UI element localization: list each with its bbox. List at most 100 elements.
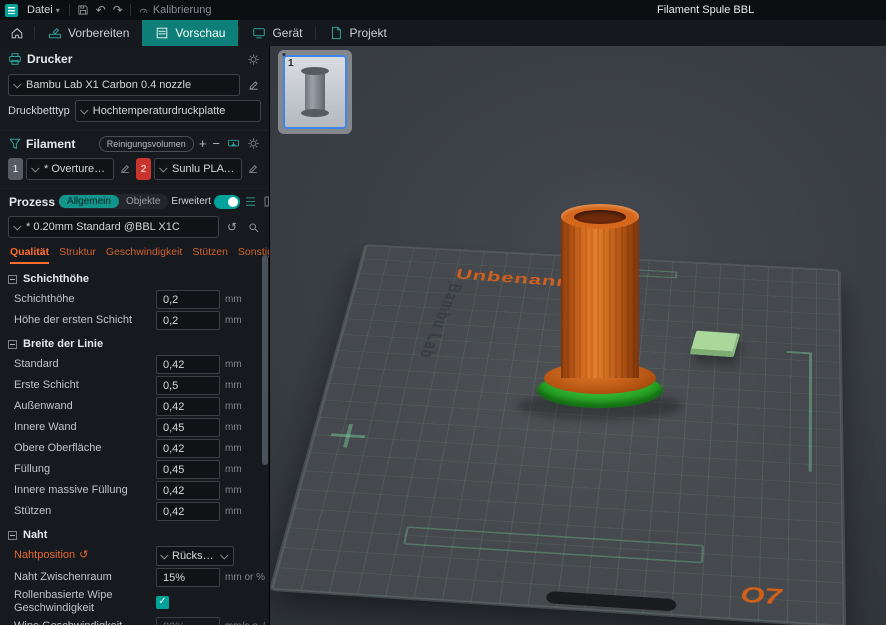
- filament-icon: [9, 138, 21, 149]
- divider: [68, 4, 70, 16]
- setting-row: Standard 0,42 mm: [0, 354, 269, 375]
- tab-projekt-label: Projekt: [349, 26, 387, 40]
- preset-row: * 0.20mm Standard @BBL X1C ↺: [0, 214, 269, 240]
- setting-input[interactable]: 0,42: [156, 397, 220, 416]
- setting-label: Innere massive Füllung: [14, 483, 128, 496]
- setting-unit: mm/s o. %: [225, 621, 265, 625]
- setting-input[interactable]: 0,42: [156, 502, 220, 521]
- setting-label: Höhe der ersten Schicht: [14, 313, 133, 326]
- viewport-3d[interactable]: Unbenannt Bambu Lab O7 1: [270, 46, 886, 625]
- filament-slots-row: 1 * Overture PETG B... 2 Sunlu PLA Matal…: [0, 156, 269, 182]
- process-scope-segment: Allgemein Objekte: [58, 194, 169, 209]
- setting-input[interactable]: 0,42: [156, 355, 220, 374]
- plate-number: 1: [288, 58, 294, 69]
- model-spool[interactable]: [517, 196, 683, 436]
- redo-icon[interactable]: ↷: [113, 4, 123, 16]
- search-settings-icon[interactable]: [245, 219, 261, 235]
- setting-input[interactable]: 0,42: [156, 481, 220, 500]
- setting-row: Wipe Geschwindigkeit 80% mm/s o. %: [0, 616, 269, 625]
- tab-vorschau[interactable]: Vorschau: [142, 20, 239, 46]
- tab-projekt[interactable]: Projekt: [316, 20, 399, 46]
- save-icon[interactable]: [77, 4, 89, 16]
- setting-row: Erste Schicht 0,5 mm: [0, 375, 269, 396]
- setting-input[interactable]: 0,5: [156, 376, 220, 395]
- undo-icon[interactable]: ↶: [96, 4, 106, 16]
- sidebar-scrollbar[interactable]: [262, 255, 268, 621]
- app-logo[interactable]: [5, 3, 18, 17]
- bambu-logo: O7: [740, 581, 782, 610]
- process-objects-tab[interactable]: Objekte: [119, 195, 167, 208]
- printer-select[interactable]: Bambu Lab X1 Carbon 0.4 nozzle: [8, 74, 240, 96]
- tab-geraet[interactable]: Gerät: [239, 20, 315, 46]
- compare-presets-icon[interactable]: [243, 194, 259, 210]
- tab-vorbereiten[interactable]: Vorbereiten: [35, 20, 142, 46]
- plate-thumbnail[interactable]: 1: [283, 55, 347, 129]
- tab-qualitaet[interactable]: Qualität: [10, 246, 50, 264]
- settings-list: Schichthöhe Schichthöhe 0,2 mm Höhe der …: [0, 264, 269, 625]
- edit-printer-icon[interactable]: [245, 77, 261, 93]
- app-window: Datei ▾ ↶ ↷ Kalibrierung Filament Spule …: [0, 0, 886, 625]
- filament-2-name: Sunlu PLA Matall - ...: [172, 163, 235, 175]
- seam-position-select[interactable]: Rückseite: [156, 546, 234, 566]
- edit-filament-1-icon[interactable]: [117, 161, 133, 177]
- menu-datei-label: Datei: [27, 4, 53, 16]
- chevron-down-icon: [13, 222, 22, 231]
- collapse-section-icon[interactable]: [8, 530, 17, 540]
- setting-input-disabled[interactable]: 80%: [156, 617, 220, 625]
- setting-input[interactable]: 0,2: [156, 311, 220, 330]
- printer-row: Bambu Lab X1 Carbon 0.4 nozzle: [0, 72, 269, 98]
- filament-section-title: Filament: [26, 136, 76, 151]
- setting-input[interactable]: 0,2: [156, 290, 220, 309]
- reset-preset-icon[interactable]: ↺: [224, 219, 240, 235]
- setting-unit: mm: [225, 401, 242, 412]
- filament-section-header: Filament Reinigungsvolumen + −: [0, 130, 269, 156]
- collapse-section-icon[interactable]: [8, 274, 17, 284]
- filament-1-select[interactable]: * Overture PETG B...: [26, 158, 114, 180]
- setting-unit: mm: [225, 359, 242, 370]
- printer-gear-icon[interactable]: [245, 51, 261, 67]
- setting-input[interactable]: 0,42: [156, 439, 220, 458]
- setting-label: Obere Oberfläche: [14, 441, 102, 454]
- process-preset-select[interactable]: * 0.20mm Standard @BBL X1C: [8, 216, 219, 238]
- setting-checkbox[interactable]: ✓: [156, 595, 169, 609]
- advanced-toggle[interactable]: [213, 194, 240, 209]
- menu-datei[interactable]: Datei ▾: [25, 4, 62, 16]
- printer-section-header: Drucker: [0, 46, 269, 72]
- setting-unit: mm: [225, 464, 242, 475]
- plate-handle: [545, 590, 677, 612]
- setting-unit: mm: [225, 506, 242, 517]
- thumbnail-spool-image: [301, 67, 329, 117]
- remove-filament-button[interactable]: −: [211, 137, 221, 150]
- setting-label: Stützen: [14, 504, 52, 517]
- project-icon: [332, 26, 342, 40]
- setting-input[interactable]: 0,45: [156, 460, 220, 479]
- collapse-section-icon[interactable]: [8, 339, 17, 349]
- setting-input[interactable]: 0,45: [156, 418, 220, 437]
- process-global-tab[interactable]: Allgemein: [59, 195, 119, 208]
- filament-2-badge[interactable]: 2: [136, 158, 151, 180]
- setting-row: Nahtposition ↺ Rückseite: [0, 545, 269, 567]
- add-filament-button[interactable]: +: [198, 137, 208, 150]
- view-all-settings-icon[interactable]: [262, 194, 269, 210]
- tab-stuetzen[interactable]: Stützen: [192, 246, 228, 264]
- setting-row: Innere Wand 0,45 mm: [0, 417, 269, 438]
- ams-sync-icon[interactable]: [225, 136, 241, 152]
- setting-label: Schichthöhe: [14, 292, 75, 305]
- home-button[interactable]: [0, 20, 34, 46]
- setting-label: Naht Zwischenraum: [14, 570, 112, 583]
- filament-gear-icon[interactable]: [245, 136, 261, 152]
- tab-struktur[interactable]: Struktur: [59, 246, 96, 264]
- model-prime-block[interactable]: [689, 330, 741, 358]
- scrollbar-thumb[interactable]: [262, 255, 268, 465]
- setting-input[interactable]: 15%: [156, 568, 220, 587]
- setting-label: Rollenbasierte Wipe Geschwindigkeit: [14, 589, 113, 615]
- flush-volumes-button[interactable]: Reinigungsvolumen: [98, 135, 194, 152]
- tab-geschwindigkeit[interactable]: Geschwindigkeit: [106, 246, 182, 264]
- filament-2-select[interactable]: Sunlu PLA Matall - ...: [154, 158, 242, 180]
- edit-filament-2-icon[interactable]: [245, 161, 261, 177]
- calibration-button[interactable]: Kalibrierung: [138, 4, 212, 16]
- reset-setting-icon[interactable]: ↺: [79, 549, 88, 562]
- filament-1-badge[interactable]: 1: [8, 158, 23, 180]
- bed-type-select[interactable]: Hochtemperaturdruckplatte: [74, 100, 261, 122]
- setting-row: Innere massive Füllung 0,42 mm: [0, 480, 269, 501]
